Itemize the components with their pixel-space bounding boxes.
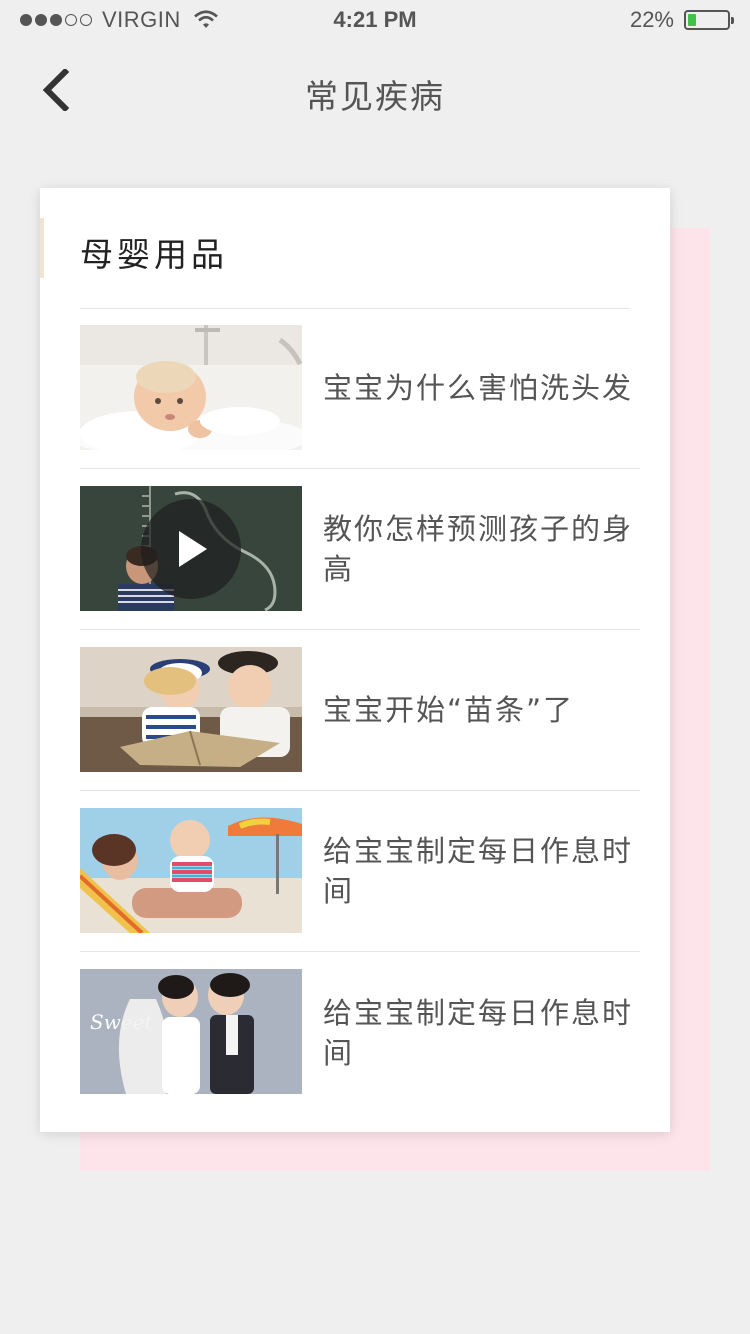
play-icon[interactable]	[141, 499, 241, 599]
status-left: VIRGIN	[20, 7, 219, 33]
navigation-bar: 常见疾病	[0, 40, 750, 140]
article-title: 给宝宝制定每日作息时间	[323, 995, 634, 1070]
article-thumbnail: Sweet	[80, 969, 302, 1094]
article-title: 宝宝开始“苗条”了	[323, 693, 575, 727]
article-item[interactable]: 教你怎样预测孩子的身高	[80, 469, 640, 630]
article-item[interactable]: 宝宝开始“苗条”了	[80, 630, 640, 791]
article-list: 宝宝为什么害怕洗头发 教你怎样预测孩子的身高 宝宝开始“苗条”了 给宝宝制定每日…	[80, 308, 640, 1113]
article-card: 母婴用品 宝宝为什么害怕洗头发 教你怎样预测孩子的身高 宝宝开始“苗条”了 给宝…	[40, 188, 670, 1132]
article-item[interactable]: Sweet 给宝宝制定每日作息时间	[80, 952, 640, 1113]
signal-strength-icon	[20, 14, 92, 26]
battery-icon	[684, 10, 734, 30]
article-title: 宝宝为什么害怕洗头发	[323, 371, 634, 405]
article-title: 教你怎样预测孩子的身高	[323, 512, 634, 586]
carrier-name: VIRGIN	[102, 7, 181, 32]
status-right: 22%	[629, 7, 734, 33]
status-bar: VIRGIN 4:21 PM 22%	[0, 0, 750, 40]
card-title-accent	[40, 218, 44, 278]
battery-fill	[688, 14, 697, 26]
page-title: 常见疾病	[305, 77, 445, 116]
article-item[interactable]: 给宝宝制定每日作息时间	[80, 791, 640, 952]
article-thumbnail	[80, 325, 302, 450]
wifi-icon	[193, 10, 218, 28]
article-item[interactable]: 宝宝为什么害怕洗头发	[80, 308, 640, 469]
article-thumbnail	[80, 647, 302, 772]
battery-percentage: 22%	[629, 7, 674, 32]
article-thumbnail	[80, 808, 302, 933]
card-title: 母婴用品	[80, 235, 228, 274]
article-title: 给宝宝制定每日作息时间	[323, 834, 634, 908]
article-thumbnail	[80, 486, 302, 611]
